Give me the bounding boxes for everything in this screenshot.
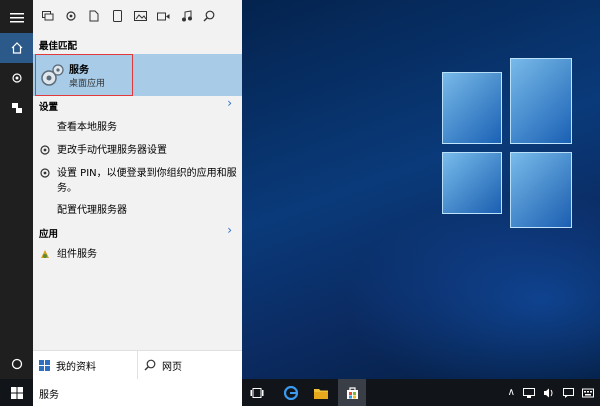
settings-heading: 设置 [39, 102, 59, 113]
settings-result-label: 设置 PIN，以便登录到你组织的应用和服务。 [57, 168, 237, 194]
settings-expand-chevron-icon[interactable]: › [227, 96, 232, 110]
tablet-icon[interactable] [110, 9, 124, 23]
apps-heading: 应用 [39, 229, 59, 240]
cortana-button[interactable] [0, 349, 33, 379]
file-explorer-button[interactable] [307, 379, 335, 406]
component-services-icon [41, 250, 49, 258]
cortana-circle-icon [11, 358, 22, 370]
settings-icon[interactable] [64, 9, 78, 23]
edge-browser-icon [284, 385, 298, 400]
windows-logo-wallpaper [442, 40, 572, 230]
web-search-icon[interactable] [202, 9, 216, 23]
settings-result-item[interactable]: 设置 PIN，以便登录到你组织的应用和服务。 [33, 166, 242, 196]
windows-start-icon [10, 386, 23, 399]
music-icon[interactable] [179, 9, 193, 23]
app-result-label: 组件服务 [57, 249, 97, 260]
chevron-up-icon[interactable]: ∧ [508, 387, 515, 398]
settings-result-label: 配置代理服务器 [57, 205, 127, 216]
home-button[interactable] [0, 33, 33, 63]
taskbar: 服务 ∧ [0, 379, 600, 406]
hamburger-icon [9, 13, 24, 23]
documents-icon[interactable] [87, 9, 101, 23]
notification-icon[interactable] [563, 387, 574, 398]
task-view-icon [250, 387, 264, 398]
store-bag-icon [346, 387, 358, 399]
my-stuff-label: 我的资料 [56, 361, 96, 373]
hamburger-menu-button[interactable] [0, 3, 33, 33]
volume-icon[interactable] [543, 388, 555, 398]
feedback-icon [11, 103, 22, 113]
settings-result-item[interactable]: 更改手动代理服务器设置 [33, 143, 242, 159]
videos-icon[interactable] [156, 9, 170, 23]
home-icon [11, 42, 22, 54]
start-button[interactable] [0, 379, 33, 406]
start-rail [0, 0, 33, 379]
settings-rail-button[interactable] [0, 63, 33, 93]
gear-icon [40, 168, 50, 178]
network-icon[interactable] [523, 387, 535, 398]
best-match-result[interactable]: 服务 桌面应用 [33, 54, 242, 96]
services-gear-icon [41, 64, 64, 86]
feedback-rail-button[interactable] [0, 93, 33, 123]
web-label: 网页 [162, 361, 182, 373]
folder-icon [314, 388, 328, 399]
web-button[interactable]: 网页 [137, 351, 242, 379]
apps-icon[interactable] [41, 9, 55, 23]
search-filter-bar [33, 0, 242, 32]
settings-result-label: 更改手动代理服务器设置 [57, 145, 167, 156]
gear-icon [11, 73, 22, 83]
best-match-title: 服务 [69, 65, 89, 76]
store-button[interactable] [338, 379, 366, 406]
system-tray: ∧ [508, 379, 594, 406]
best-match-heading: 最佳匹配 [39, 41, 78, 52]
photos-icon[interactable] [133, 9, 147, 23]
search-input-value[interactable]: 服务 [39, 386, 59, 401]
settings-result-item[interactable]: 配置代理服务器 [33, 203, 242, 219]
apps-expand-chevron-icon[interactable]: › [227, 223, 232, 237]
settings-result-item[interactable]: 查看本地服务 [33, 120, 242, 136]
settings-result-label: 查看本地服务 [57, 122, 117, 133]
best-match-subtitle: 桌面应用 [69, 79, 106, 89]
windows-logo-icon [39, 359, 50, 371]
search-icon [144, 359, 156, 371]
app-result-item[interactable]: 组件服务 [33, 247, 242, 263]
desktop-wallpaper [242, 0, 600, 379]
gear-icon [40, 145, 50, 155]
keyboard-icon[interactable] [582, 388, 594, 398]
taskbar-search-box[interactable]: 服务 [33, 379, 242, 406]
task-view-button[interactable] [243, 379, 271, 406]
search-results-panel: 最佳匹配 服务 桌面应用 设置 › 查看本地服务 更改手动代理服务器设置 设置 … [33, 0, 242, 350]
my-stuff-button[interactable]: 我的资料 [33, 351, 137, 379]
search-scope-bar: 我的资料 网页 [33, 350, 242, 379]
edge-button[interactable] [277, 379, 305, 406]
